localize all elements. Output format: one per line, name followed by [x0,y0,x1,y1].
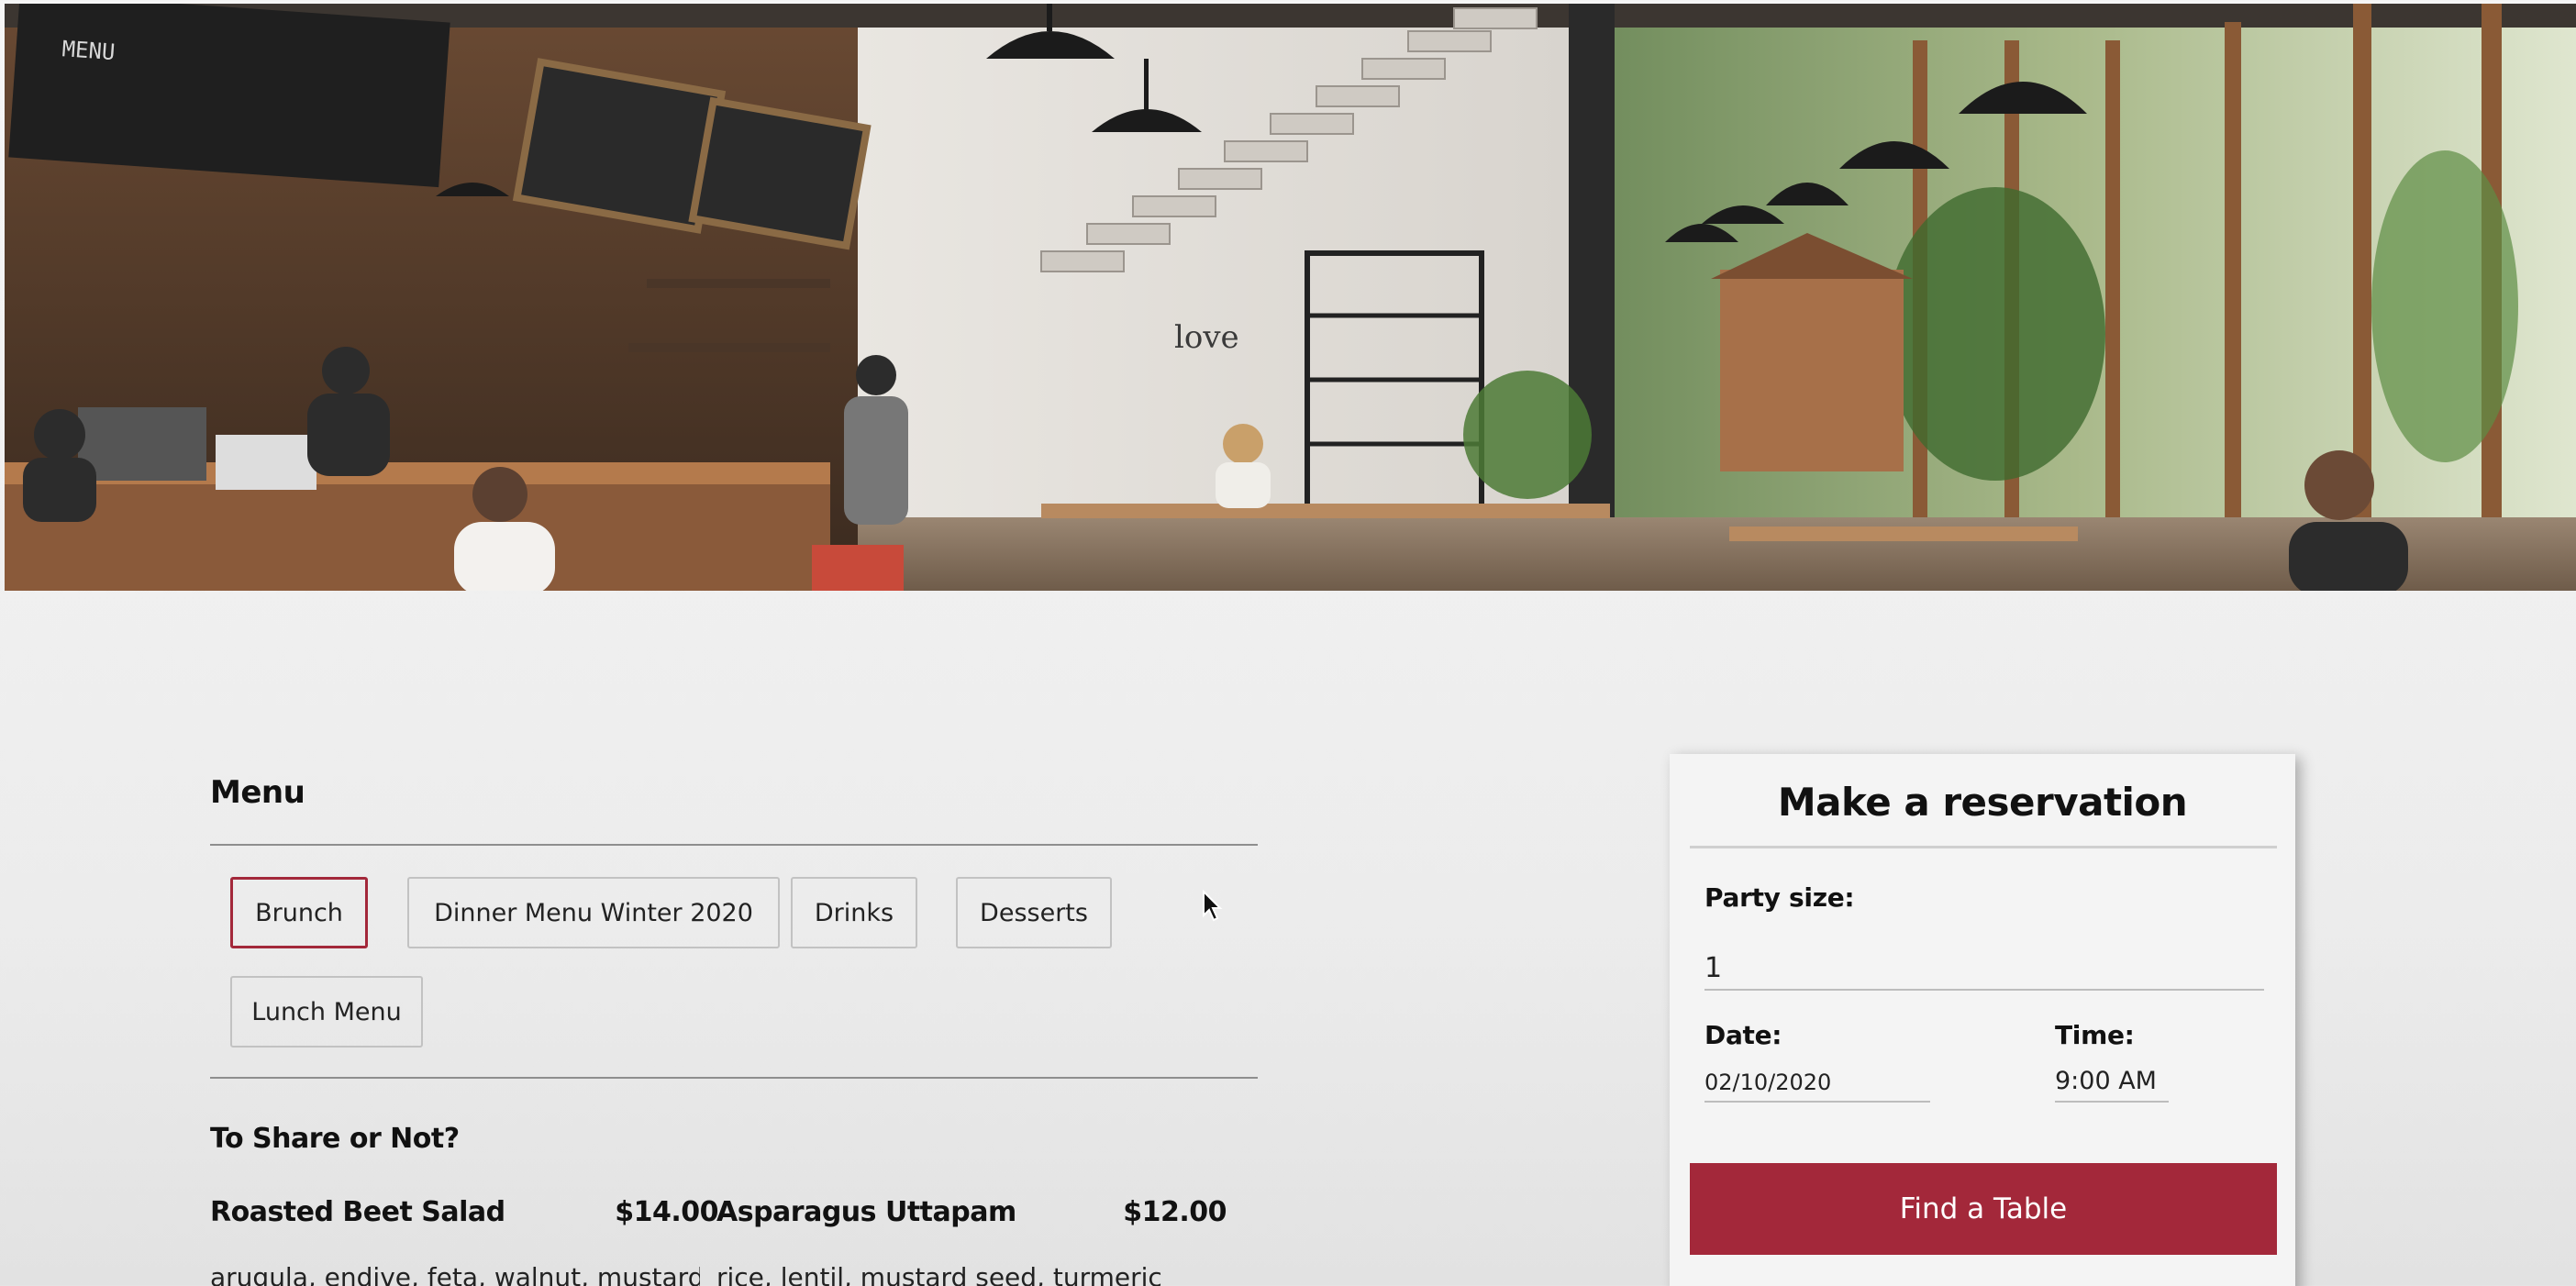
time-label: Time: [2055,1020,2135,1050]
menu-divider-bottom [210,1077,1258,1079]
date-label: Date: [1704,1020,1782,1050]
menu-item-price: $12.00 [1123,1196,1227,1228]
tab-dinner-menu-winter-2020[interactable]: Dinner Menu Winter 2020 [407,877,780,948]
menu-item-description: rice, lentil, mustard seed, turmeric [716,1262,1162,1286]
tab-brunch[interactable]: Brunch [230,877,368,948]
menu-item-description: arugula, endive, feta, walnut, mustard [210,1262,700,1286]
date-input[interactable] [1704,1064,1930,1103]
restaurant-interior-illustration: MENU love [5,4,2576,591]
love-sign: love [1174,319,1239,356]
party-size-label: Party size: [1704,882,1855,913]
reservation-title: Make a reservation [1777,780,2188,825]
find-a-table-button[interactable]: Find a Table [1690,1163,2277,1255]
menu-section-heading: To Share or Not? [210,1123,460,1155]
menu-item-name: Roasted Beet Salad [210,1196,505,1228]
party-size-input[interactable] [1704,947,2264,991]
menu-title: Menu [210,774,305,811]
reservation-divider [1690,846,2277,848]
svg-text:MENU: MENU [61,36,117,65]
tab-drinks[interactable]: Drinks [791,877,917,948]
tab-desserts[interactable]: Desserts [956,877,1112,948]
hero-image: MENU love [5,4,2576,591]
menu-item-name: Asparagus Uttapam [716,1196,1016,1228]
tab-lunch-menu[interactable]: Lunch Menu [230,976,423,1048]
mouse-cursor-icon [1203,890,1223,922]
reservation-card: Make a reservation Party size: Date: Tim… [1670,754,2295,1286]
menu-divider-top [210,844,1258,846]
time-input[interactable] [2055,1060,2169,1103]
menu-item-price: $14.00 [615,1196,718,1228]
